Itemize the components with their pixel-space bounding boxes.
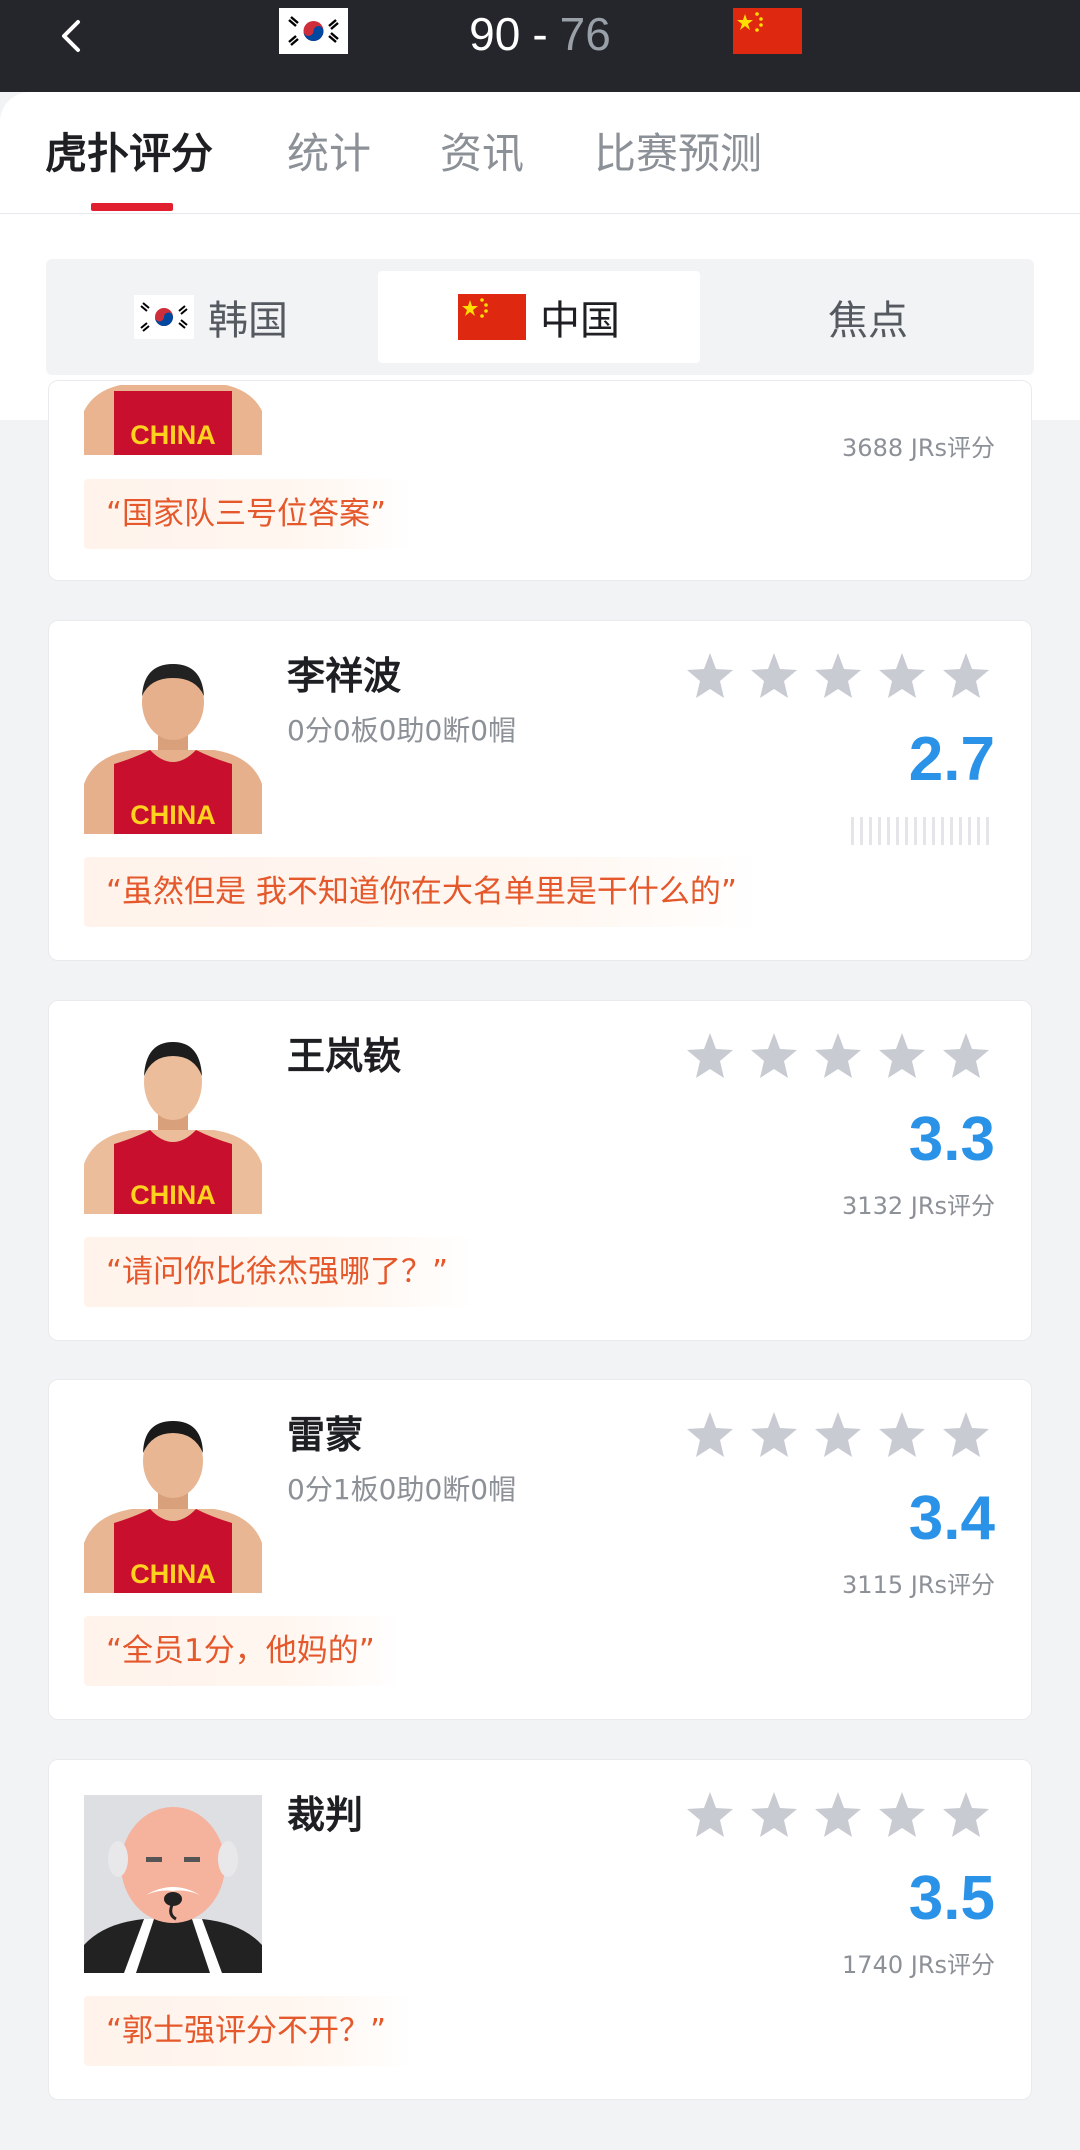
star-icon[interactable]	[813, 1790, 863, 1840]
referee-avatar	[84, 1795, 262, 1973]
segment-china[interactable]: 中国	[378, 271, 700, 363]
back-arrow-icon[interactable]	[50, 8, 90, 64]
player-card[interactable]: CHINA 王岚嵚 3.3 3132 JRs评分 “请问你比徐杰强哪了？”	[48, 1000, 1032, 1341]
rating-count: 3132 JRs评分	[842, 1192, 995, 1220]
game-score: 90-76	[430, 6, 650, 62]
player-stats: 0分1板0助0断0帽	[287, 1473, 517, 1506]
player-card[interactable]: CHINA 雷蒙 0分1板0助0断0帽 3.4 3115 JRs评分 “全员1分…	[48, 1379, 1032, 1720]
rating-count: 1740 JRs评分	[842, 1951, 995, 1979]
jersey-text: CHINA	[130, 1180, 216, 1210]
player-comment: “请问你比徐杰强哪了？”	[84, 1237, 475, 1307]
star-icon[interactable]	[685, 651, 735, 701]
player-card[interactable]: CHINA 3688 JRs评分 “国家队三号位答案”	[48, 380, 1032, 581]
jersey-text: CHINA	[130, 420, 216, 450]
rating-stars[interactable]	[685, 1790, 991, 1840]
tab-stats[interactable]: 统计	[287, 124, 371, 184]
rating-stars[interactable]	[685, 1031, 991, 1081]
player-name: 王岚嵚	[287, 1034, 402, 1078]
star-icon[interactable]	[749, 651, 799, 701]
player-stats: 0分0板0助0断0帽	[287, 714, 517, 747]
team-segment-control: 韩国 中国 焦点	[46, 259, 1034, 375]
segment-focus[interactable]: 焦点	[702, 271, 1034, 363]
china-flag-icon	[458, 294, 526, 340]
star-icon[interactable]	[941, 1031, 991, 1081]
tab-prediction[interactable]: 比赛预测	[594, 124, 762, 184]
tab-bar: 虎扑评分 统计 资讯 比赛预测	[0, 92, 1080, 214]
star-icon[interactable]	[941, 1790, 991, 1840]
player-rating: 3.5	[908, 1864, 995, 1933]
player-avatar: CHINA	[84, 1415, 262, 1593]
score-separator: -	[532, 8, 548, 60]
player-card[interactable]: 裁判 3.5 1740 JRs评分 “郭士强评分不开？”	[48, 1759, 1032, 2100]
star-icon[interactable]	[877, 1790, 927, 1840]
player-comment: “郭士强评分不开？”	[84, 1996, 413, 2066]
korea-flag-icon	[279, 8, 348, 54]
active-tab-indicator	[91, 203, 173, 211]
star-icon[interactable]	[813, 1410, 863, 1460]
player-comment: “虽然但是 我不知道你在大名单里是干什么的”	[84, 857, 763, 927]
player-avatar: CHINA	[84, 1036, 262, 1214]
segment-korea[interactable]: 韩国	[46, 271, 376, 363]
segment-korea-label: 韩国	[208, 298, 288, 344]
player-rating: 2.7	[908, 725, 995, 794]
star-icon[interactable]	[941, 1410, 991, 1460]
segment-china-label: 中国	[540, 298, 620, 344]
star-icon[interactable]	[685, 1031, 735, 1081]
star-icon[interactable]	[877, 1031, 927, 1081]
player-card[interactable]: CHINA 李祥波 0分0板0助0断0帽 2.7 “虽然但是 我不知道你在大名单…	[48, 620, 1032, 961]
jersey-text: CHINA	[130, 1559, 216, 1589]
star-icon[interactable]	[749, 1790, 799, 1840]
rating-count-blurred	[845, 817, 995, 845]
player-name: 李祥波	[287, 654, 402, 698]
score-bar: 90-76	[0, 0, 1080, 92]
star-icon[interactable]	[813, 651, 863, 701]
star-icon[interactable]	[941, 651, 991, 701]
jersey-text: CHINA	[130, 800, 216, 830]
player-rating: 3.4	[908, 1484, 995, 1553]
rating-stars[interactable]	[685, 651, 991, 701]
home-score: 90	[469, 8, 521, 60]
player-name: 裁判	[287, 1793, 364, 1837]
tab-news[interactable]: 资讯	[440, 124, 524, 184]
player-avatar: CHINA	[84, 381, 262, 455]
star-icon[interactable]	[877, 651, 927, 701]
player-avatar: CHINA	[84, 656, 262, 834]
player-name: 雷蒙	[287, 1413, 364, 1457]
tab-hupu-rating[interactable]: 虎扑评分	[45, 124, 213, 184]
star-icon[interactable]	[749, 1031, 799, 1081]
player-rating: 3.3	[908, 1105, 995, 1174]
china-flag-icon	[733, 8, 802, 54]
korea-flag-icon	[134, 295, 194, 339]
away-score: 76	[559, 8, 611, 60]
star-icon[interactable]	[813, 1031, 863, 1081]
rating-stars[interactable]	[685, 1410, 991, 1460]
star-icon[interactable]	[685, 1790, 735, 1840]
rating-count: 3688 JRs评分	[842, 434, 995, 462]
player-comment: “国家队三号位答案”	[84, 479, 413, 549]
star-icon[interactable]	[877, 1410, 927, 1460]
star-icon[interactable]	[685, 1410, 735, 1460]
star-icon[interactable]	[749, 1410, 799, 1460]
rating-count: 3115 JRs评分	[842, 1571, 995, 1599]
player-comment: “全员1分，他妈的”	[84, 1616, 401, 1686]
